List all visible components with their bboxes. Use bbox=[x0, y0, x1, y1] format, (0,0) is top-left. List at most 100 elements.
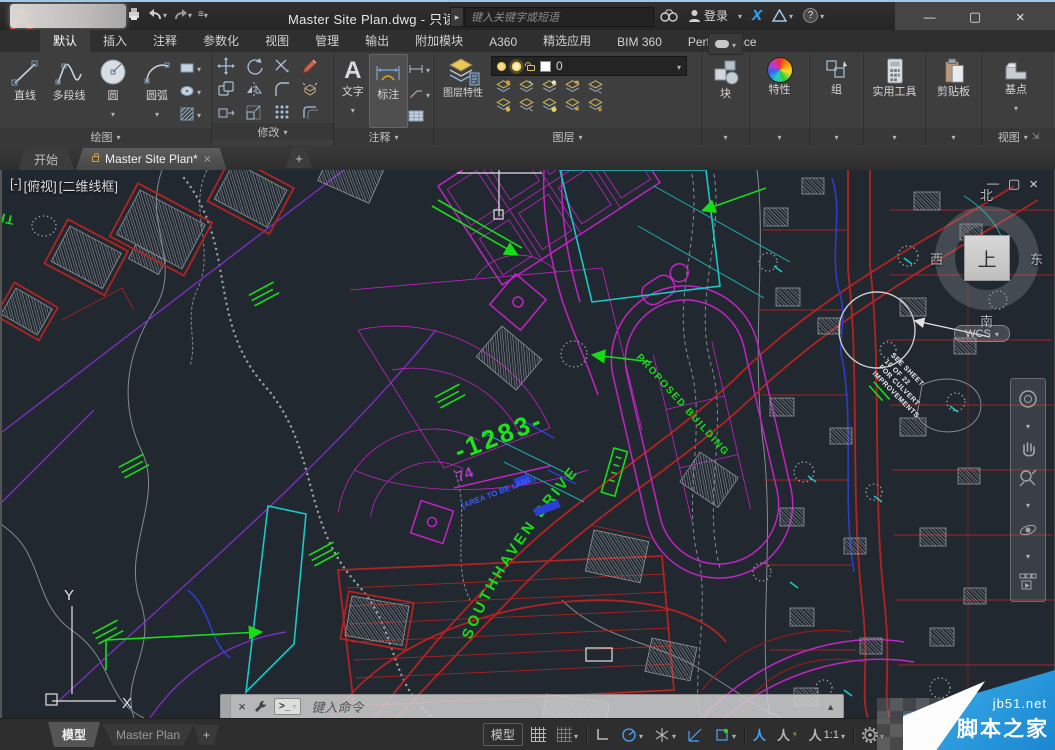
file-tab[interactable]: 开始 bbox=[18, 148, 74, 170]
signin-caret-icon[interactable] bbox=[738, 6, 742, 24]
grid-toggle[interactable] bbox=[528, 725, 549, 744]
redo-caret-icon[interactable] bbox=[188, 5, 192, 23]
arc-caret-icon[interactable] bbox=[155, 104, 159, 122]
move-icon[interactable] bbox=[217, 57, 235, 75]
file-tab[interactable]: Master Site Plan* bbox=[76, 148, 227, 170]
snap-toggle[interactable] bbox=[554, 724, 581, 746]
app-store-button[interactable] bbox=[772, 6, 793, 24]
object-snap-toggle[interactable] bbox=[711, 724, 739, 746]
viewcube-top-face[interactable]: 上 bbox=[964, 235, 1010, 281]
sign-in-button[interactable]: 登录 bbox=[688, 7, 728, 24]
line-button[interactable]: 直线 bbox=[3, 54, 47, 128]
close-command-line-button[interactable]: × bbox=[231, 699, 253, 714]
group-button[interactable]: 组 bbox=[813, 54, 860, 128]
viewport-visual-style-control[interactable]: [二维线框] bbox=[59, 176, 118, 195]
annotation-scale-button[interactable]: 人1:1 bbox=[806, 723, 848, 746]
ribbon-tab[interactable]: 参数化 bbox=[190, 29, 252, 52]
new-layout-button[interactable]: + bbox=[194, 725, 219, 745]
pan-icon[interactable] bbox=[1017, 439, 1039, 461]
ribbon-display-toggle[interactable] bbox=[708, 33, 743, 55]
panel-modify-footer[interactable]: 修改 bbox=[212, 123, 333, 140]
undo-button[interactable] bbox=[148, 5, 167, 23]
layer-unisolate-icon[interactable] bbox=[541, 97, 558, 113]
show-motion-icon[interactable] bbox=[1017, 570, 1039, 592]
ribbon-tab[interactable]: 注释 bbox=[140, 29, 190, 52]
leader-button[interactable] bbox=[408, 85, 430, 103]
dim-style-button[interactable] bbox=[408, 60, 430, 78]
ribbon-tab[interactable]: 输出 bbox=[352, 29, 402, 52]
ribbon-tab[interactable]: 插入 bbox=[90, 29, 140, 52]
hatch-button[interactable] bbox=[179, 105, 201, 123]
panel-view-footer[interactable]: 视图⇲ bbox=[982, 128, 1055, 145]
viewport-pane-control[interactable]: [-] bbox=[10, 176, 22, 195]
layer-prev-icon[interactable] bbox=[518, 97, 535, 113]
layout-tab[interactable]: Master Plan bbox=[102, 724, 194, 746]
ortho-toggle[interactable] bbox=[592, 725, 613, 744]
close-button[interactable] bbox=[1005, 9, 1035, 26]
viewport-view-control[interactable]: [俯视] bbox=[24, 176, 57, 195]
text-button[interactable]: A 文字 bbox=[337, 54, 369, 128]
redo-button[interactable] bbox=[173, 5, 192, 23]
layer-match-icon[interactable] bbox=[587, 79, 604, 95]
navigation-wheel-icon[interactable] bbox=[1017, 388, 1039, 410]
autodesk-exchange-icon[interactable]: X bbox=[752, 7, 762, 24]
layer-make-current-icon[interactable] bbox=[495, 97, 512, 113]
layer-lock-icon[interactable] bbox=[564, 79, 581, 95]
scale-icon[interactable] bbox=[245, 103, 263, 121]
panel-block-footer[interactable] bbox=[702, 128, 749, 145]
layer-off-icon[interactable] bbox=[541, 79, 558, 95]
layer-isolate-icon[interactable] bbox=[495, 79, 512, 95]
model-space-toggle[interactable]: 模型 bbox=[483, 723, 523, 746]
command-history-toggle-icon[interactable]: ▲ bbox=[826, 702, 843, 712]
panel-draw-footer[interactable]: 绘图 bbox=[0, 128, 211, 145]
table-button[interactable] bbox=[408, 110, 430, 122]
command-line-palette[interactable]: × >_ 键入命令 ▲ bbox=[220, 694, 844, 718]
orbit-icon[interactable] bbox=[1017, 519, 1039, 541]
layer-freeze-icon[interactable] bbox=[518, 79, 535, 95]
basepoint-button[interactable]: 基点 bbox=[985, 54, 1047, 128]
stretch-icon[interactable] bbox=[217, 103, 235, 121]
viewcube-west-label[interactable]: 西 bbox=[930, 249, 943, 268]
isodraft-toggle[interactable] bbox=[651, 724, 679, 746]
clipboard-button[interactable]: 剪贴板 bbox=[929, 54, 978, 128]
close-tab-icon[interactable] bbox=[204, 152, 211, 166]
viewcube-east-label[interactable]: 东 bbox=[1030, 249, 1043, 268]
wheel-caret-icon[interactable] bbox=[1026, 416, 1030, 434]
panel-clipboard-footer[interactable] bbox=[926, 128, 981, 145]
zoom-icon[interactable] bbox=[1017, 467, 1039, 489]
drawing-canvas[interactable]: SOUTHHAVEN DRIVE bbox=[0, 170, 1055, 718]
trim-icon[interactable] bbox=[273, 57, 291, 75]
viewcube-north-label[interactable]: 北 bbox=[980, 185, 993, 204]
ribbon-tab[interactable]: 附加模块 bbox=[402, 29, 476, 52]
ribbon-tab[interactable]: 管理 bbox=[302, 29, 352, 52]
fillet-icon[interactable] bbox=[273, 80, 291, 98]
layout-tab[interactable]: 模型 bbox=[48, 722, 100, 747]
array-icon[interactable] bbox=[273, 103, 291, 121]
panel-group-footer[interactable] bbox=[810, 128, 863, 145]
wcs-dropdown[interactable]: WCS bbox=[954, 325, 1010, 342]
panel-properties-footer[interactable] bbox=[750, 128, 809, 145]
recent-commands-button[interactable]: >_ bbox=[274, 698, 301, 715]
properties-button[interactable]: 特性 bbox=[753, 54, 806, 128]
palette-grip[interactable] bbox=[221, 695, 231, 718]
annotation-visibility-toggle[interactable]: 人 bbox=[750, 723, 769, 746]
minimize-button[interactable] bbox=[915, 10, 945, 24]
layer-unlock-tool-icon[interactable] bbox=[564, 97, 581, 113]
copy-icon[interactable] bbox=[217, 80, 235, 98]
panel-annotation-footer[interactable]: 注释 bbox=[334, 128, 433, 145]
ellipse-button[interactable] bbox=[179, 82, 201, 100]
command-input[interactable]: 键入命令 bbox=[307, 697, 826, 716]
ribbon-tab[interactable]: 默认 bbox=[40, 29, 90, 52]
help-button[interactable]: ? bbox=[803, 6, 824, 24]
plot-icon[interactable] bbox=[126, 6, 142, 22]
panel-utilities-footer[interactable] bbox=[864, 128, 925, 145]
rectangle-button[interactable] bbox=[179, 59, 201, 77]
help-search-input[interactable]: 键入关键字或短语 bbox=[464, 7, 654, 27]
object-snap-tracking-toggle[interactable] bbox=[684, 725, 706, 745]
zoom-caret-icon[interactable] bbox=[1026, 495, 1030, 513]
annotation-autoscale-toggle[interactable]: 人⚡ bbox=[774, 723, 801, 746]
orbit-caret-icon[interactable] bbox=[1026, 546, 1030, 564]
search-binoculars-icon[interactable] bbox=[660, 9, 678, 22]
ribbon-tab[interactable]: A360 bbox=[476, 32, 530, 52]
ribbon-tab[interactable]: 视图 bbox=[252, 29, 302, 52]
